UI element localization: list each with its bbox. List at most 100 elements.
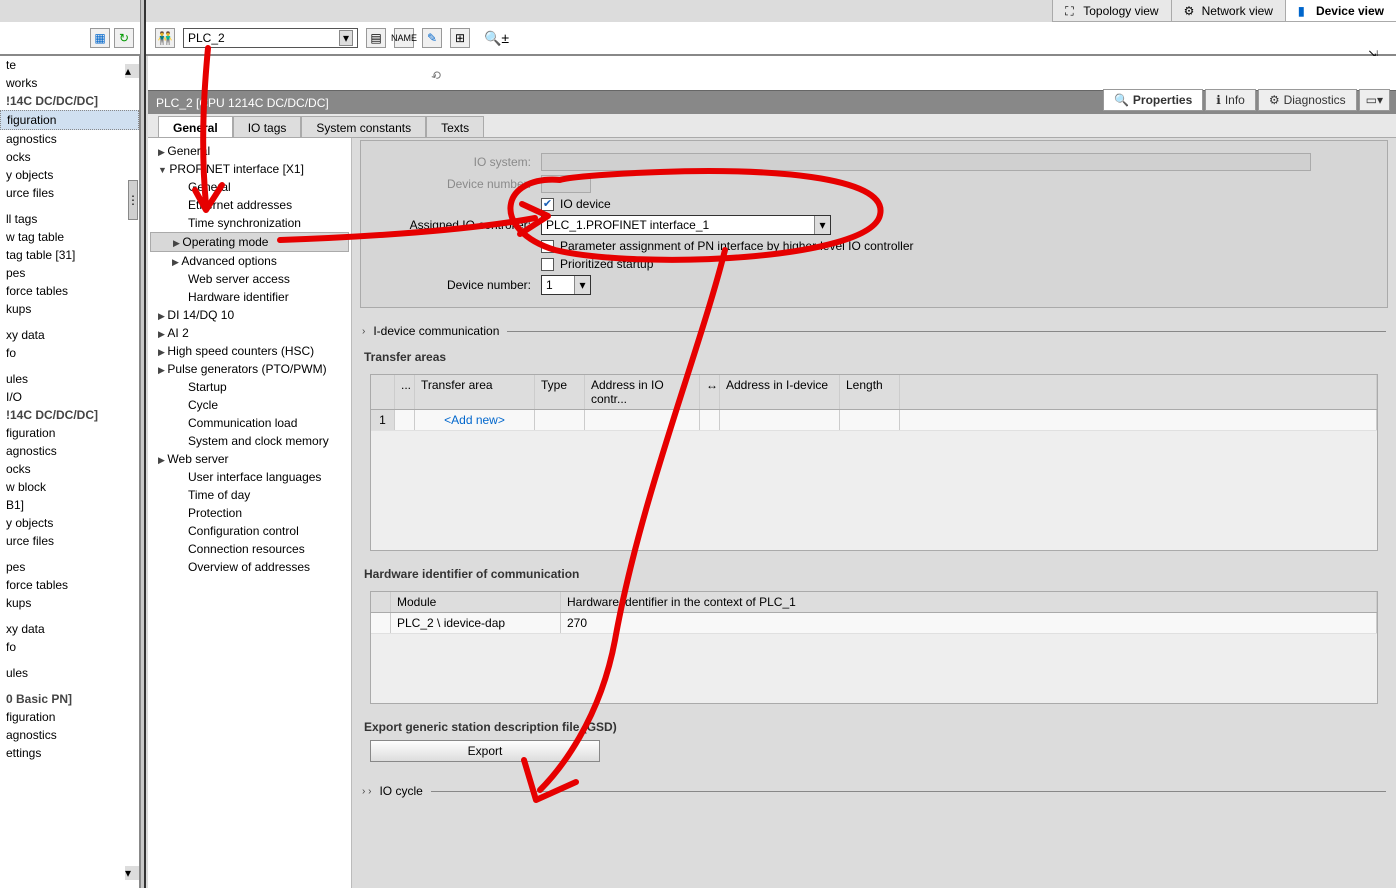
sidebar-item[interactable]: !14C DC/DC/DC] <box>0 406 139 424</box>
export-button[interactable]: Export <box>370 740 600 762</box>
tree-item[interactable]: User interface languages <box>150 468 349 486</box>
ptab-sysconst[interactable]: System constants <box>301 116 426 137</box>
ptab-general[interactable]: General <box>158 116 233 137</box>
zoom-icon[interactable]: 🔍± <box>484 30 509 47</box>
col-dots[interactable]: ... <box>395 375 415 409</box>
tree-item[interactable]: Communication load <box>150 414 349 432</box>
sidebar-item[interactable]: kups <box>0 300 139 318</box>
ptab-texts[interactable]: Texts <box>426 116 484 137</box>
sidebar-item[interactable]: ocks <box>0 460 139 478</box>
tab-properties[interactable]: 🔍Properties <box>1103 89 1203 111</box>
tree-item[interactable]: Hardware identifier <box>150 288 349 306</box>
sidebar-item[interactable]: agnostics <box>0 130 139 148</box>
tab-network[interactable]: ⚙Network view <box>1171 0 1285 21</box>
tree-item[interactable]: Cycle <box>150 396 349 414</box>
tree-item[interactable]: Operating mode <box>150 232 349 252</box>
sidebar-item[interactable]: w block <box>0 478 139 496</box>
sidebar-item[interactable]: 0 Basic PN] <box>0 690 139 708</box>
sidebar-item[interactable]: !14C DC/DC/DC] <box>0 92 139 110</box>
tree-item[interactable]: AI 2 <box>150 324 349 342</box>
tree-item[interactable]: Startup <box>150 378 349 396</box>
tree-item[interactable]: Pulse generators (PTO/PWM) <box>150 360 349 378</box>
table-row[interactable]: 1 <Add new> <box>371 410 1377 431</box>
sidebar-item[interactable]: figuration <box>0 708 139 726</box>
device-tree-icon[interactable]: 👬 <box>155 28 175 48</box>
sidebar-item[interactable]: works <box>0 74 139 92</box>
sidebar-item[interactable]: pes <box>0 264 139 282</box>
col-type[interactable]: Type <box>535 375 585 409</box>
scroll-down-icon[interactable]: ▾ <box>125 866 139 880</box>
tree-item[interactable]: Advanced options <box>150 252 349 270</box>
sidebar-item[interactable]: urce files <box>0 184 139 202</box>
tab-topology[interactable]: ⛶Topology view <box>1052 0 1170 21</box>
sidebar-item[interactable]: B1] <box>0 496 139 514</box>
tree-item[interactable]: Configuration control <box>150 522 349 540</box>
sidebar-item[interactable]: force tables <box>0 576 139 594</box>
table-row[interactable]: PLC_2 \ idevice-dap 270 <box>371 613 1377 634</box>
tree-item[interactable]: Web server access <box>150 270 349 288</box>
section-io-cycle[interactable]: › › IO cycle <box>352 778 1396 804</box>
sidebar-item[interactable]: ocks <box>0 148 139 166</box>
sidebar-item[interactable]: figuration <box>0 110 139 130</box>
sidebar-item[interactable]: te <box>0 56 139 74</box>
sidebar-item[interactable]: fo <box>0 344 139 362</box>
section-idevice-comm[interactable]: › I-device communication <box>352 318 1396 344</box>
tab-device[interactable]: ▮Device view <box>1285 0 1396 21</box>
toolbar-icon-2[interactable]: NAME <box>394 28 414 48</box>
sidebar-item[interactable]: tag table [31] <box>0 246 139 264</box>
sidebar-item[interactable]: xy data <box>0 326 139 344</box>
ptab-iotags[interactable]: IO tags <box>233 116 302 137</box>
grid-icon[interactable]: ▦ <box>90 28 110 48</box>
combo-assigned-controller[interactable]: PLC_1.PROFINET interface_1 ▾ <box>541 215 831 235</box>
toolbar-icon-1[interactable]: ▤ <box>366 28 386 48</box>
sidebar-item[interactable]: ettings <box>0 744 139 762</box>
refresh-icon[interactable]: ↻ <box>114 28 134 48</box>
tree-item[interactable]: Connection resources <box>150 540 349 558</box>
sidebar-item[interactable]: ules <box>0 370 139 388</box>
tree-item[interactable]: Time of day <box>150 486 349 504</box>
col-hwid[interactable]: Hardware identifier in the context of PL… <box>561 592 1377 612</box>
tree-item[interactable]: Ethernet addresses <box>150 196 349 214</box>
sidebar-item[interactable]: y objects <box>0 514 139 532</box>
col-area[interactable]: Transfer area <box>415 375 535 409</box>
sidebar-item[interactable]: kups <box>0 594 139 612</box>
tree-item[interactable]: Protection <box>150 504 349 522</box>
vertical-splitter[interactable] <box>140 0 146 888</box>
tree-item[interactable]: Time synchronization <box>150 214 349 232</box>
tree-item[interactable]: General <box>150 142 349 160</box>
checkbox-io-device[interactable] <box>541 198 554 211</box>
device-selector[interactable]: PLC_2 ▾ <box>183 28 358 48</box>
col-addr-ctrl[interactable]: Address in IO contr... <box>585 375 700 409</box>
col-addr-idev[interactable]: Address in I-device <box>720 375 840 409</box>
tree-item[interactable]: Overview of addresses <box>150 558 349 576</box>
sidebar-item[interactable]: xy data <box>0 620 139 638</box>
sidebar-item[interactable]: agnostics <box>0 726 139 744</box>
tree-item[interactable]: System and clock memory <box>150 432 349 450</box>
sidebar-item[interactable]: agnostics <box>0 442 139 460</box>
col-length[interactable]: Length <box>840 375 900 409</box>
toolbar-icon-4[interactable]: ⊞ <box>450 28 470 48</box>
tree-item[interactable]: Web server <box>150 450 349 468</box>
sidebar-item[interactable]: I/O <box>0 388 139 406</box>
add-new-link[interactable]: <Add new> <box>415 410 535 430</box>
tab-info[interactable]: ℹInfo <box>1205 89 1256 111</box>
sidebar-item[interactable]: pes <box>0 558 139 576</box>
sidebar-item[interactable]: y objects <box>0 166 139 184</box>
toolbar-icon-3[interactable]: ✎ <box>422 28 442 48</box>
col-module[interactable]: Module <box>391 592 561 612</box>
tree-item[interactable]: DI 14/DQ 10 <box>150 306 349 324</box>
sidebar-item[interactable]: ll tags <box>0 210 139 228</box>
col-swap[interactable]: ↔ <box>700 375 720 409</box>
scroll-up-icon[interactable]: ▴ <box>125 64 139 78</box>
sidebar-item[interactable]: force tables <box>0 282 139 300</box>
checkbox-param-assign[interactable] <box>541 240 554 253</box>
tab-diagnostics[interactable]: ⚙Diagnostics <box>1258 89 1357 111</box>
sidebar-item[interactable]: fo <box>0 638 139 656</box>
sidebar-item[interactable]: urce files <box>0 532 139 550</box>
tree-item[interactable]: High speed counters (HSC) <box>150 342 349 360</box>
combo-device-number[interactable]: 1 ▾ <box>541 275 591 295</box>
sidebar-item[interactable]: ules <box>0 664 139 682</box>
splitter-handle-icon[interactable]: ⋮ <box>128 180 138 220</box>
sidebar-item[interactable]: figuration <box>0 424 139 442</box>
tab-collapse-icon[interactable]: ▭▾ <box>1359 89 1390 111</box>
